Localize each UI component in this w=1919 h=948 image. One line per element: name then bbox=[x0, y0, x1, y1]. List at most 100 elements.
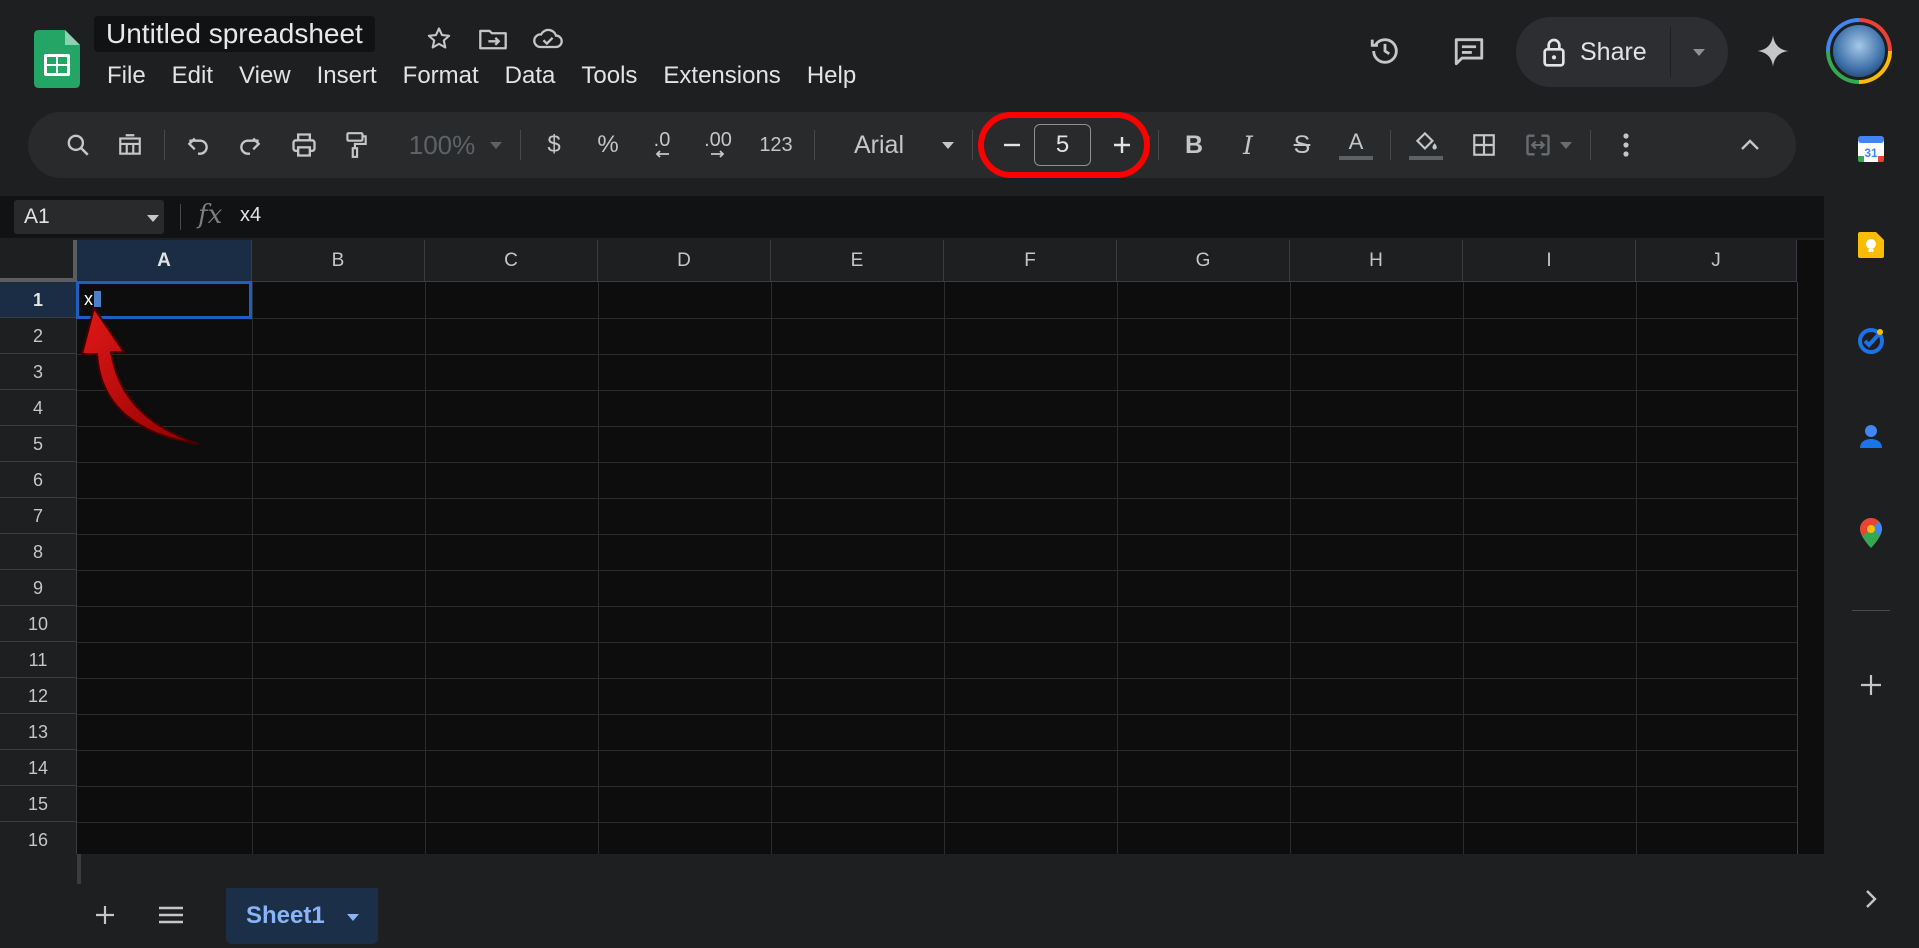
menu-data[interactable]: Data bbox=[492, 60, 569, 92]
share-dropdown-icon[interactable] bbox=[1692, 47, 1706, 57]
gemini-sparkle-icon[interactable] bbox=[1756, 34, 1790, 68]
document-title[interactable]: Untitled spreadsheet bbox=[94, 16, 375, 52]
zoom-select[interactable]: 100% bbox=[392, 112, 492, 178]
row-header-11[interactable]: 11 bbox=[0, 642, 77, 678]
search-menus-icon[interactable] bbox=[56, 112, 100, 178]
row-header-1[interactable]: 1 bbox=[0, 282, 77, 318]
expand-side-panel-icon[interactable] bbox=[1854, 882, 1888, 916]
grid-line bbox=[77, 498, 1797, 499]
font-dropdown-icon[interactable] bbox=[936, 112, 960, 178]
all-sheets-menu-icon[interactable] bbox=[154, 898, 188, 932]
calendar-icon[interactable]: 31 bbox=[1854, 132, 1888, 166]
row-header-6[interactable]: 6 bbox=[0, 462, 77, 498]
merge-dropdown-icon[interactable] bbox=[1554, 112, 1578, 178]
sheet-tabs-bar: Sheet1 bbox=[0, 884, 1824, 948]
toolbar: 100% $ % .0 .00 123 Arial B I S A bbox=[28, 112, 1796, 178]
get-addons-icon[interactable] bbox=[1854, 668, 1888, 702]
row-header-13[interactable]: 13 bbox=[0, 714, 77, 750]
column-header-j[interactable]: J bbox=[1636, 240, 1797, 282]
paint-format-icon[interactable] bbox=[334, 112, 378, 178]
tasks-icon[interactable] bbox=[1854, 324, 1888, 358]
print-icon[interactable] bbox=[282, 112, 326, 178]
contacts-icon[interactable] bbox=[1854, 420, 1888, 454]
hide-menus-icon[interactable] bbox=[1728, 112, 1772, 178]
menu-view[interactable]: View bbox=[226, 60, 304, 92]
zoom-dropdown-icon[interactable] bbox=[484, 112, 508, 178]
row-header-3[interactable]: 3 bbox=[0, 354, 77, 390]
name-box[interactable]: A1 bbox=[14, 200, 164, 234]
strikethrough-button[interactable]: S bbox=[1282, 112, 1322, 178]
column-header-h[interactable]: H bbox=[1290, 240, 1463, 282]
grid-line bbox=[77, 606, 1797, 607]
row-header-8[interactable]: 8 bbox=[0, 534, 77, 570]
spreadsheet-grid[interactable]: A B C D E F G H I J 1 2 3 4 5 6 7 8 9 10… bbox=[0, 240, 1824, 854]
toolbar-separator bbox=[972, 130, 973, 160]
undo-icon[interactable] bbox=[176, 112, 220, 178]
column-header-e[interactable]: E bbox=[771, 240, 944, 282]
column-header-i[interactable]: I bbox=[1463, 240, 1636, 282]
bold-button[interactable]: B bbox=[1174, 112, 1214, 178]
grid-line bbox=[77, 318, 1797, 319]
column-header-g[interactable]: G bbox=[1117, 240, 1290, 282]
row-header-5[interactable]: 5 bbox=[0, 426, 77, 462]
currency-format-button[interactable]: $ bbox=[534, 112, 574, 178]
redo-icon[interactable] bbox=[228, 112, 272, 178]
menu-edit[interactable]: Edit bbox=[159, 60, 226, 92]
horizontal-scrollbar-area[interactable] bbox=[0, 854, 1824, 884]
grid-line bbox=[77, 822, 1797, 823]
column-header-b[interactable]: B bbox=[252, 240, 425, 282]
grid-line bbox=[77, 426, 1797, 427]
row-header-9[interactable]: 9 bbox=[0, 570, 77, 606]
column-header-c[interactable]: C bbox=[425, 240, 598, 282]
sheets-logo-icon[interactable] bbox=[34, 30, 80, 88]
version-history-icon[interactable] bbox=[1368, 34, 1402, 68]
sheet-tab-sheet1[interactable]: Sheet1 bbox=[226, 888, 378, 944]
menu-format[interactable]: Format bbox=[390, 60, 492, 92]
row-header-15[interactable]: 15 bbox=[0, 786, 77, 822]
increase-decimal-button[interactable]: .00 bbox=[694, 112, 742, 178]
toolbar-separator bbox=[520, 130, 521, 160]
percent-format-button[interactable]: % bbox=[588, 112, 628, 178]
row-header-16[interactable]: 16 bbox=[0, 822, 77, 854]
share-button[interactable]: Share bbox=[1516, 17, 1728, 87]
comments-icon[interactable] bbox=[1452, 34, 1486, 68]
cloud-saved-icon[interactable] bbox=[531, 22, 565, 56]
add-sheet-icon[interactable] bbox=[88, 898, 122, 932]
move-folder-icon[interactable] bbox=[476, 22, 510, 56]
column-header-d[interactable]: D bbox=[598, 240, 771, 282]
row-header-14[interactable]: 14 bbox=[0, 750, 77, 786]
row-header-12[interactable]: 12 bbox=[0, 678, 77, 714]
more-options-icon[interactable] bbox=[1604, 112, 1648, 178]
keep-icon[interactable] bbox=[1854, 228, 1888, 262]
table-convert-icon[interactable] bbox=[108, 112, 152, 178]
number-format-button[interactable]: 123 bbox=[750, 112, 802, 178]
name-box-dropdown-icon[interactable] bbox=[146, 213, 160, 223]
decrease-decimal-button[interactable]: .0 bbox=[640, 112, 684, 178]
borders-icon[interactable] bbox=[1462, 112, 1506, 178]
menu-insert[interactable]: Insert bbox=[304, 60, 390, 92]
star-icon[interactable] bbox=[422, 22, 456, 56]
grid-line bbox=[771, 282, 772, 854]
row-header-2[interactable]: 2 bbox=[0, 318, 77, 354]
select-all-corner[interactable] bbox=[0, 240, 77, 282]
column-header-f[interactable]: F bbox=[944, 240, 1117, 282]
menu-extensions[interactable]: Extensions bbox=[650, 60, 793, 92]
maps-icon[interactable] bbox=[1854, 516, 1888, 550]
italic-button[interactable]: I bbox=[1228, 112, 1268, 178]
row-header-10[interactable]: 10 bbox=[0, 606, 77, 642]
annotation-highlight-oval bbox=[978, 112, 1150, 178]
menu-file[interactable]: File bbox=[94, 60, 159, 92]
grid-line bbox=[77, 462, 1797, 463]
menu-tools[interactable]: Tools bbox=[568, 60, 650, 92]
column-header-a[interactable]: A bbox=[77, 240, 252, 282]
sheet-tab-dropdown-icon[interactable] bbox=[346, 912, 360, 922]
account-avatar[interactable] bbox=[1826, 18, 1892, 84]
text-color-button[interactable]: A bbox=[1334, 112, 1378, 178]
formula-input[interactable]: x4 bbox=[240, 204, 261, 227]
frozen-divider bbox=[77, 854, 81, 884]
row-header-4[interactable]: 4 bbox=[0, 390, 77, 426]
fill-color-button[interactable] bbox=[1404, 112, 1448, 178]
row-header-7[interactable]: 7 bbox=[0, 498, 77, 534]
annotation-arrow-icon bbox=[81, 307, 199, 445]
menu-help[interactable]: Help bbox=[794, 60, 869, 92]
